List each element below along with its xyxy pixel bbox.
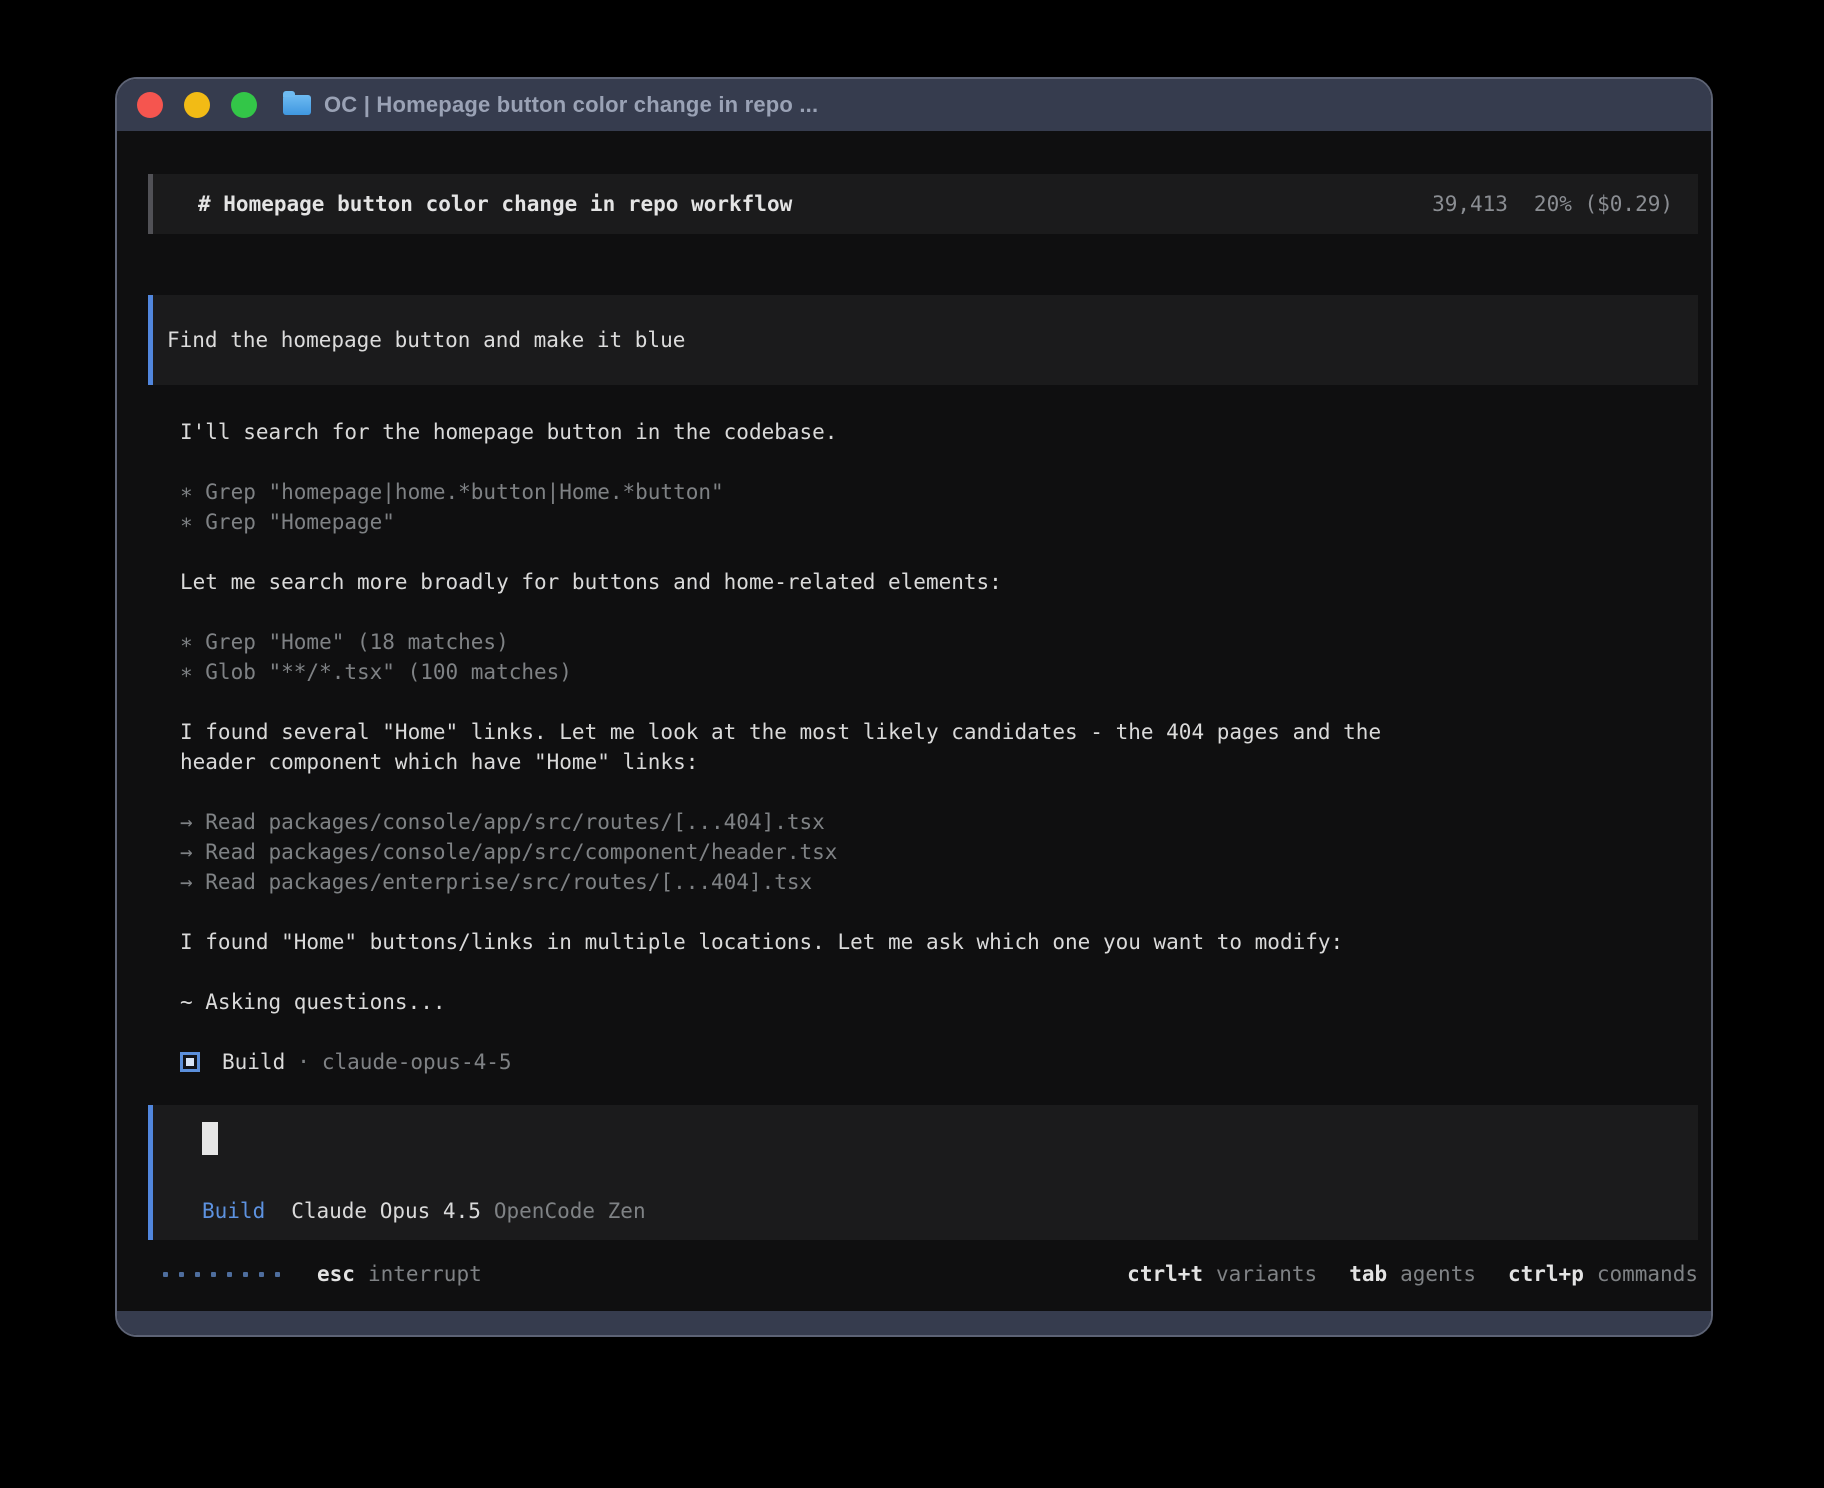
session-stats: 39,413 20% ($0.29) bbox=[1432, 192, 1673, 216]
status-bar-right: ctrl+t variants tab agents ctrl+p comman… bbox=[1127, 1262, 1698, 1286]
window-title: OC | Homepage button color change in rep… bbox=[324, 92, 818, 118]
window-controls bbox=[137, 92, 257, 118]
status-bar-left: esc interrupt bbox=[163, 1262, 482, 1286]
assistant-text-line: header component which have "Home" links… bbox=[180, 747, 1698, 777]
tool-call-read: → Read packages/enterprise/src/routes/[.… bbox=[180, 867, 1698, 897]
terminal-window: OC | Homepage button color change in rep… bbox=[115, 77, 1713, 1337]
assistant-text-line: I found several "Home" links. Let me loo… bbox=[180, 717, 1698, 747]
esc-label: interrupt bbox=[368, 1262, 482, 1286]
ctrl-t-key: ctrl+t bbox=[1127, 1262, 1203, 1286]
prompt-provider-label: OpenCode Zen bbox=[494, 1197, 646, 1225]
prompt-model-label[interactable]: Claude Opus 4.5 bbox=[291, 1197, 481, 1225]
tool-call-glob: ∗ Glob "**/*.tsx" (100 matches) bbox=[180, 657, 1698, 687]
user-message-text: Find the homepage button and make it blu… bbox=[167, 328, 685, 352]
agent-model: claude-opus-4-5 bbox=[322, 1050, 512, 1074]
text-cursor bbox=[202, 1122, 218, 1155]
assistant-text-line: I found "Home" buttons/links in multiple… bbox=[180, 927, 1698, 957]
assistant-text-line: Let me search more broadly for buttons a… bbox=[180, 567, 1698, 597]
prompt-meta: Build Claude Opus 4.5 OpenCode Zen bbox=[202, 1197, 1698, 1225]
dot-separator: · bbox=[297, 1050, 310, 1074]
folder-icon bbox=[283, 95, 311, 115]
tool-call-read: → Read packages/console/app/src/componen… bbox=[180, 837, 1698, 867]
agent-name: Build bbox=[222, 1050, 285, 1074]
window-titlebar[interactable]: OC | Homepage button color change in rep… bbox=[117, 79, 1711, 131]
minimize-window-button[interactable] bbox=[184, 92, 210, 118]
agent-icon bbox=[180, 1052, 200, 1072]
esc-key: esc bbox=[317, 1262, 355, 1286]
tool-call-grep: ∗ Grep "homepage|home.*button|Home.*butt… bbox=[180, 477, 1698, 507]
hint-interrupt: esc interrupt bbox=[317, 1262, 482, 1286]
assistant-status-line: ~ Asking questions... bbox=[180, 987, 1698, 1017]
prompt-input[interactable]: Build Claude Opus 4.5 OpenCode Zen bbox=[148, 1105, 1698, 1240]
token-count: 39,413 bbox=[1432, 192, 1508, 216]
variants-label: variants bbox=[1216, 1262, 1317, 1286]
commands-label: commands bbox=[1597, 1262, 1698, 1286]
close-window-button[interactable] bbox=[137, 92, 163, 118]
user-message: Find the homepage button and make it blu… bbox=[148, 295, 1698, 385]
spinner-dots bbox=[163, 1272, 280, 1277]
ctrl-p-key: ctrl+p bbox=[1508, 1262, 1584, 1286]
tab-key: tab bbox=[1349, 1262, 1387, 1286]
zoom-window-button[interactable] bbox=[231, 92, 257, 118]
session-header: # Homepage button color change in repo w… bbox=[148, 174, 1698, 234]
agent-status-row: Build · claude-opus-4-5 bbox=[180, 1047, 1698, 1077]
prompt-agent-label[interactable]: Build bbox=[202, 1197, 265, 1225]
hint-variants: ctrl+t variants bbox=[1127, 1262, 1317, 1286]
assistant-text-line: I'll search for the homepage button in t… bbox=[180, 417, 1698, 447]
terminal-content: # Homepage button color change in repo w… bbox=[117, 131, 1711, 1311]
hint-agents: tab agents bbox=[1349, 1262, 1476, 1286]
tool-call-read: → Read packages/console/app/src/routes/[… bbox=[180, 807, 1698, 837]
status-bar: esc interrupt ctrl+t variants tab agents… bbox=[148, 1259, 1698, 1289]
tool-call-grep: ∗ Grep "Homepage" bbox=[180, 507, 1698, 537]
session-title: # Homepage button color change in repo w… bbox=[198, 192, 792, 216]
window-bottom-edge bbox=[117, 1311, 1711, 1335]
tool-call-grep: ∗ Grep "Home" (18 matches) bbox=[180, 627, 1698, 657]
hint-commands: ctrl+p commands bbox=[1508, 1262, 1698, 1286]
agents-label: agents bbox=[1400, 1262, 1476, 1286]
assistant-transcript: I'll search for the homepage button in t… bbox=[180, 417, 1698, 1017]
context-usage: 20% ($0.29) bbox=[1534, 192, 1673, 216]
